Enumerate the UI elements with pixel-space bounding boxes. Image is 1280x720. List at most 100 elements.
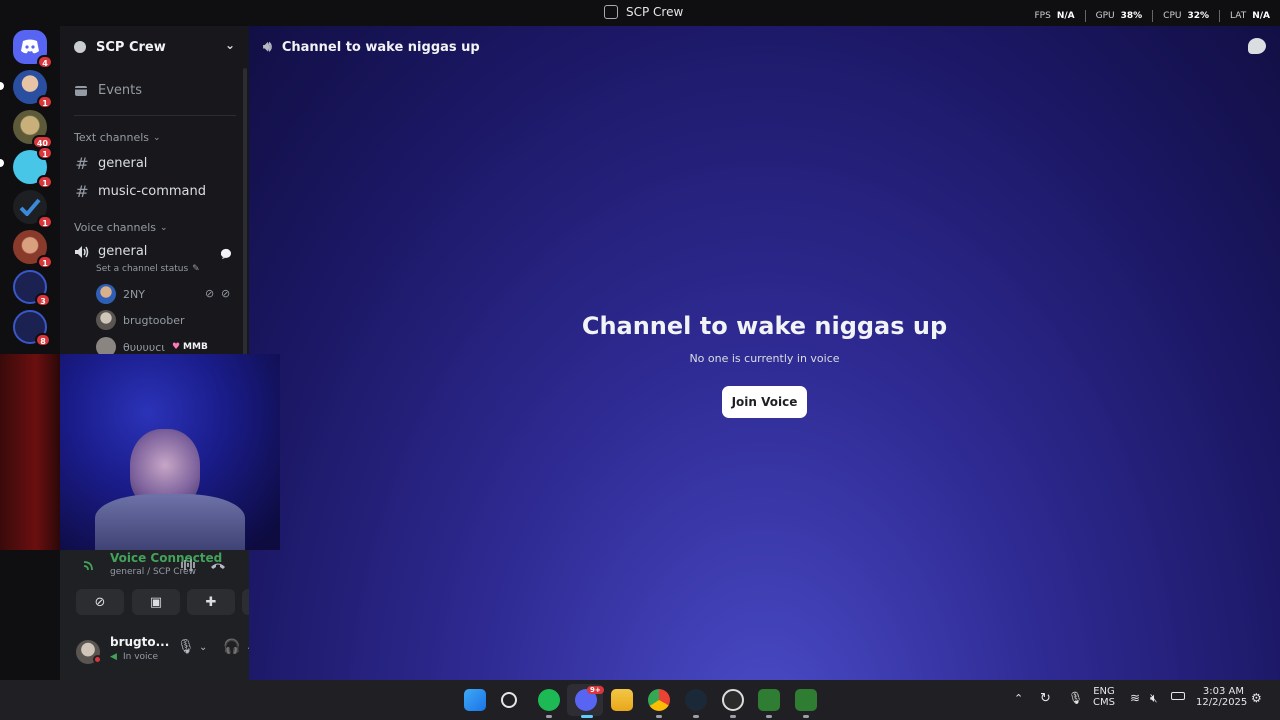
- channel-general-text[interactable]: # general: [74, 154, 147, 173]
- discord-logo-icon: [21, 39, 39, 54]
- spotify-icon[interactable]: [538, 689, 560, 711]
- camera-off-icon: ⊘: [94, 594, 106, 610]
- window-title: SCP Crew: [604, 5, 683, 19]
- running-indicator: [803, 715, 809, 718]
- camera-off-button[interactable]: ⊘: [76, 589, 124, 615]
- performance-overlay: FPS N/A GPU 38% CPU 32% LAT N/A: [1034, 10, 1270, 22]
- notification-icon[interactable]: ⚙: [1251, 691, 1262, 705]
- divider: [74, 115, 236, 116]
- chevron-up-icon[interactable]: ⌃: [1014, 692, 1023, 705]
- windows-start-icon[interactable]: [464, 689, 486, 711]
- app-icon[interactable]: [722, 689, 744, 711]
- channel-status-link[interactable]: Set a channel status ✎: [96, 264, 200, 274]
- discord-home-icon[interactable]: 4: [13, 30, 53, 69]
- server-icon-5[interactable]: 1: [13, 230, 53, 269]
- app-icon: [604, 5, 618, 19]
- lat-value: N/A: [1252, 11, 1270, 21]
- server-icon-1[interactable]: 1: [13, 70, 53, 109]
- join-voice-button[interactable]: Join Voice: [722, 386, 807, 418]
- cpu-label: CPU: [1163, 11, 1182, 21]
- microphone-icon[interactable]: 🎙: [1068, 691, 1083, 705]
- soundboard-wave-icon[interactable]: [180, 558, 196, 572]
- battery-icon[interactable]: [1171, 692, 1185, 700]
- sync-icon[interactable]: ↻: [1040, 691, 1051, 706]
- guild-icon: [74, 41, 86, 53]
- voice-connected-panel: Voice Connected general / SCP Crew ⊘ ▣ ✚…: [60, 546, 290, 626]
- disconnect-icon[interactable]: [210, 560, 226, 570]
- divider: [1084, 10, 1086, 22]
- activities-icon: ✚: [205, 594, 217, 610]
- server-icon-2[interactable]: 40: [13, 110, 53, 149]
- language-indicator[interactable]: ENG CMS: [1093, 686, 1115, 708]
- main-content: 🔊︎ Channel to wake niggas up Channel to …: [249, 26, 1280, 680]
- gpu-value: 38%: [1120, 11, 1143, 21]
- channel-title: Channel to wake niggas up: [281, 39, 480, 55]
- screen-share-icon: ▣: [149, 594, 163, 610]
- microphone-icon[interactable]: 🎙: [177, 639, 195, 655]
- channel-status-text: Set a channel status: [96, 264, 189, 274]
- channel-header: 🔊︎ Channel to wake niggas up: [249, 26, 1280, 68]
- heart-icon: ♥: [171, 342, 181, 352]
- category-text-channels[interactable]: Text channels ⌄: [74, 131, 161, 144]
- notification-badge: 1: [37, 215, 53, 229]
- voice-user-name: 2NY: [123, 287, 145, 301]
- server-icon-7[interactable]: 8: [13, 310, 51, 347]
- channel-name: general: [98, 156, 148, 171]
- fps-value: N/A: [1056, 11, 1075, 21]
- chat-bubble-icon[interactable]: [1248, 38, 1266, 54]
- chrome-icon[interactable]: [648, 689, 670, 711]
- muted-mic-icon: ⊘: [205, 287, 215, 300]
- channel-name: music-command: [98, 184, 207, 199]
- deafened-icon: ⊘: [221, 287, 231, 300]
- headphones-icon[interactable]: 🎧: [223, 639, 240, 655]
- dnd-status-icon: [93, 655, 102, 664]
- steam-icon[interactable]: [685, 689, 707, 711]
- gpu-label: GPU: [1095, 11, 1115, 21]
- calendar-icon: [75, 86, 87, 96]
- checkmark-icon: [19, 198, 41, 216]
- volume-muted-icon[interactable]: 🔇︎: [1150, 691, 1158, 706]
- category-voice-channels[interactable]: Voice channels ⌄: [74, 221, 168, 234]
- clock-time: 3:03 AM: [1202, 686, 1244, 697]
- notification-badge: 8: [35, 333, 51, 347]
- server-icon-3[interactable]: 1 1: [13, 146, 53, 189]
- chat-bubble-icon[interactable]: [221, 248, 233, 260]
- app-icon[interactable]: [795, 689, 817, 711]
- guild-header[interactable]: SCP Crew ⌄: [60, 26, 249, 68]
- lat-label: LAT: [1230, 11, 1247, 21]
- user-name[interactable]: brugto...: [110, 635, 169, 649]
- server-icon-6[interactable]: 3: [13, 270, 51, 307]
- user-tag: MMB: [183, 342, 208, 352]
- voice-user[interactable]: 2NY: [96, 284, 145, 304]
- guild-name: SCP Crew: [96, 39, 166, 55]
- avatar: [96, 284, 116, 304]
- voice-user[interactable]: brugtoober: [96, 310, 185, 330]
- clock-date: 12/2/2025: [1196, 697, 1248, 708]
- chevron-down-icon[interactable]: ⌄: [199, 642, 207, 653]
- pencil-icon: ✎: [192, 264, 200, 274]
- signal-icon[interactable]: [82, 558, 98, 572]
- language-code: ENG: [1093, 686, 1115, 697]
- server-rail: 4 1 40 1 1 1 1 3 8: [0, 26, 60, 680]
- file-explorer-icon[interactable]: [611, 689, 633, 711]
- screen-share-button[interactable]: ▣: [132, 589, 180, 615]
- chevron-down-icon: ⌄: [153, 132, 161, 143]
- app-icon[interactable]: [758, 689, 780, 711]
- active-indicator: [581, 715, 593, 718]
- events-label: Events: [98, 83, 143, 98]
- scrollbar[interactable]: [243, 68, 247, 368]
- server-icon-4[interactable]: 1: [13, 190, 53, 229]
- notification-badge: 1: [37, 175, 53, 189]
- activities-button[interactable]: ✚: [187, 589, 235, 615]
- voice-connected-title: Voice Connected: [110, 551, 223, 565]
- clock[interactable]: 3:03 AM 12/2/2025: [1196, 686, 1248, 708]
- divider: [1152, 10, 1154, 22]
- events-item[interactable]: Events: [74, 83, 142, 98]
- wifi-icon[interactable]: ≋: [1130, 691, 1140, 705]
- webcam-background: [0, 354, 60, 550]
- search-icon[interactable]: [501, 692, 517, 708]
- voice-channel-headline: Channel to wake niggas up: [581, 312, 948, 340]
- channel-general-voice[interactable]: general: [74, 244, 147, 259]
- notification-badge: 4: [37, 55, 53, 69]
- channel-music-command[interactable]: # music-command: [74, 182, 206, 201]
